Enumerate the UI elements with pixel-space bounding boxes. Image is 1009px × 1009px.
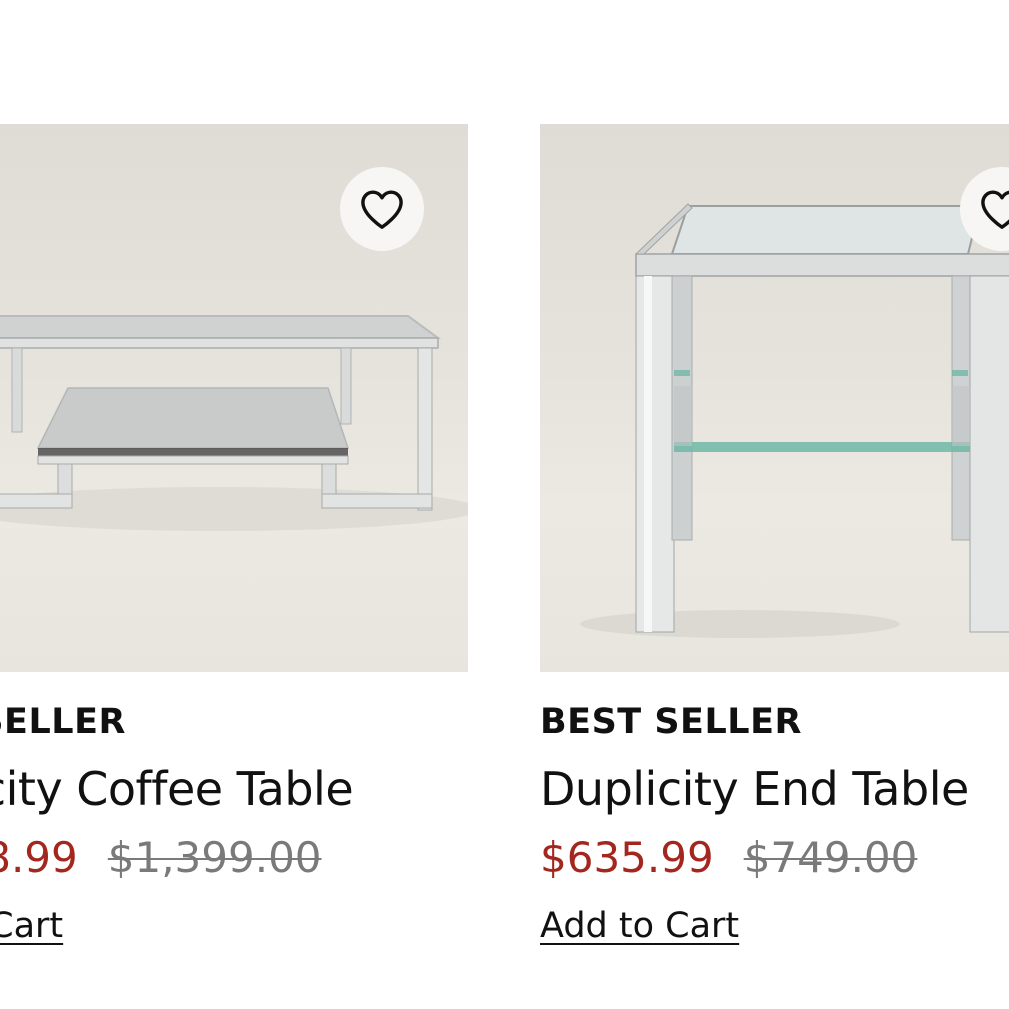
- product-card-coffee-table: BEST SELLER Duplicity Coffee Table $1,25…: [0, 124, 468, 948]
- product-info: BEST SELLER Duplicity End Table $635.99 $…: [540, 672, 1009, 948]
- add-to-cart-link[interactable]: Add to Cart: [540, 904, 739, 948]
- sale-price: $1,258.99: [0, 833, 78, 882]
- price-row: $635.99 $749.00: [540, 832, 1009, 884]
- product-grid: BEST SELLER Duplicity Coffee Table $1,25…: [0, 0, 1009, 1009]
- product-info: BEST SELLER Duplicity Coffee Table $1,25…: [0, 672, 468, 948]
- product-name[interactable]: Duplicity End Table: [540, 760, 1009, 818]
- product-name[interactable]: Duplicity Coffee Table: [0, 760, 468, 818]
- wishlist-button[interactable]: [340, 167, 424, 251]
- product-image-end-table[interactable]: [540, 124, 1009, 672]
- sale-price: $635.99: [540, 833, 714, 882]
- best-seller-badge: BEST SELLER: [540, 702, 802, 742]
- product-image-coffee-table[interactable]: [0, 124, 468, 672]
- original-price: $749.00: [743, 833, 918, 882]
- product-card-end-table: BEST SELLER Duplicity End Table $635.99 $…: [540, 124, 1009, 948]
- heart-outline-icon: [981, 190, 1009, 229]
- best-seller-badge: BEST SELLER: [0, 702, 126, 742]
- end-table-illustration: [580, 203, 1009, 638]
- original-price: $1,399.00: [107, 833, 322, 882]
- add-to-cart-link[interactable]: Add to Cart: [0, 904, 63, 948]
- heart-outline-icon: [361, 190, 403, 229]
- price-row: $1,258.99 $1,399.00: [0, 832, 468, 884]
